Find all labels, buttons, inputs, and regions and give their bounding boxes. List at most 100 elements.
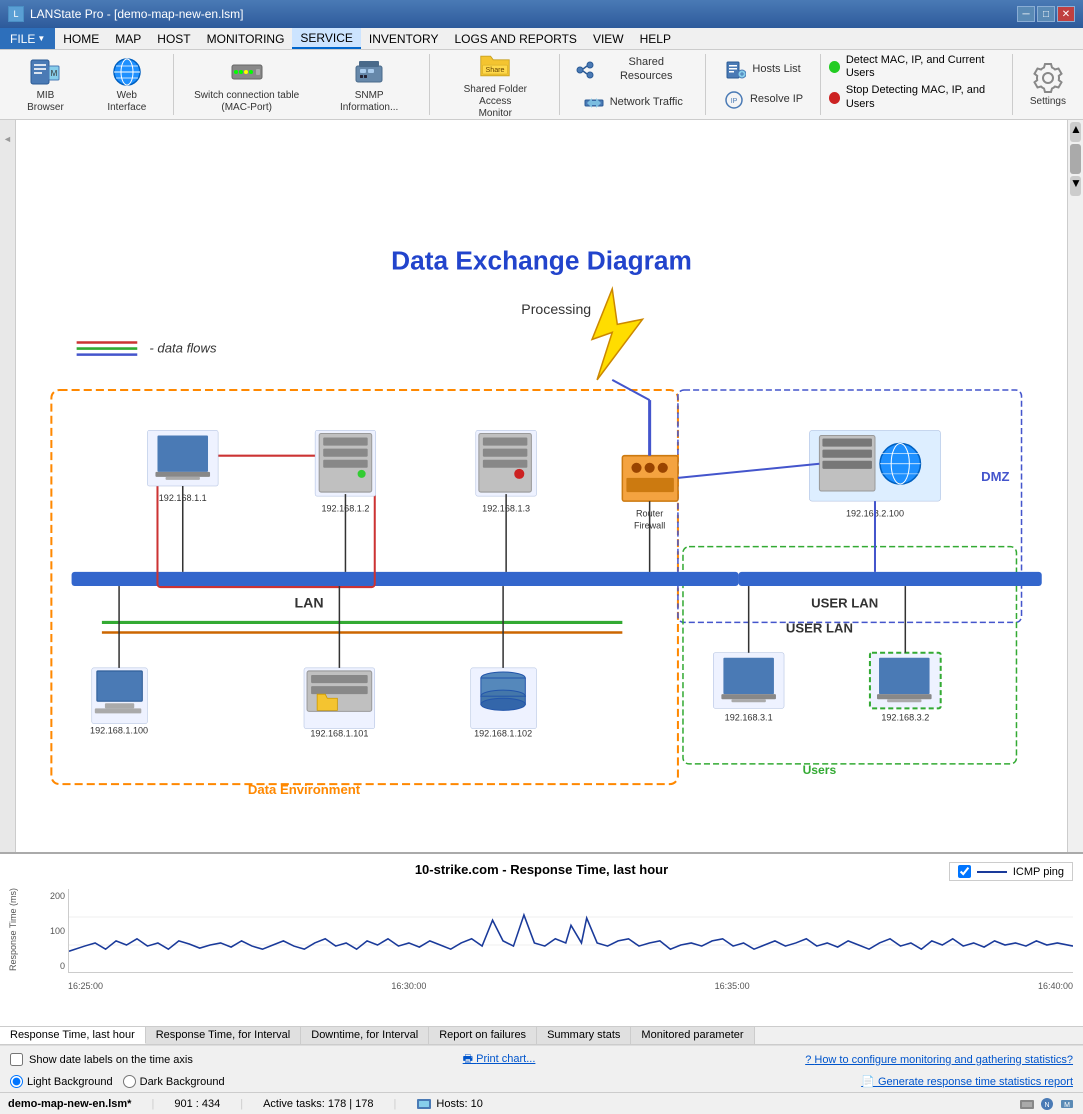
left-indicator: ◄ <box>3 134 13 144</box>
scroll-thumb[interactable] <box>1070 144 1081 174</box>
svg-text:M: M <box>51 69 58 78</box>
svg-text:Data Environment: Data Environment <box>248 782 361 797</box>
tab-bar: Response Time, last hour Response Time, … <box>0 1026 1083 1045</box>
stop-icon <box>829 92 840 104</box>
toolbar-group-5: Hosts List IP Resolve IP <box>708 54 821 115</box>
menu-view[interactable]: VIEW <box>585 28 632 49</box>
settings-btn[interactable]: Settings <box>1021 57 1075 113</box>
svg-text:- data flows: - data flows <box>149 341 217 356</box>
toolbar-group-6: Detect MAC, IP, and Current Users Stop D… <box>823 54 1013 115</box>
tab-summary-stats[interactable]: Summary stats <box>537 1027 631 1044</box>
svg-text:Data Exchange Diagram: Data Exchange Diagram <box>391 246 692 276</box>
snmp-label: SNMP Information... <box>325 90 414 114</box>
chart-plot-area <box>68 889 1073 973</box>
diagram-container[interactable]: Data Exchange Diagram - data flows Proce… <box>16 120 1067 852</box>
dark-bg-radio[interactable] <box>123 1075 136 1088</box>
svg-text:N: N <box>1044 1102 1049 1109</box>
menu-host[interactable]: HOST <box>149 28 198 49</box>
tab-report-failures[interactable]: Report on failures <box>429 1027 537 1044</box>
hosts-list-label: Hosts List <box>752 63 800 76</box>
hosts-list-btn[interactable]: Hosts List <box>714 57 814 83</box>
light-bg-radio[interactable] <box>10 1075 23 1088</box>
mib-icon: M <box>29 56 61 88</box>
chart-title: 10-strike.com - Response Time, last hour <box>411 858 672 881</box>
menu-service[interactable]: SERVICE <box>292 28 360 49</box>
svg-text:LAN: LAN <box>295 594 324 610</box>
app-icon: L <box>8 6 24 22</box>
x-val-2: 16:30:00 <box>391 981 426 991</box>
shared-resources-btn[interactable]: Shared Resources <box>568 53 699 85</box>
tab-monitored-parameter[interactable]: Monitored parameter <box>631 1027 754 1044</box>
light-bg-option[interactable]: Light Background <box>10 1075 113 1088</box>
resolve-ip-label: Resolve IP <box>750 93 803 106</box>
mib-browser-label: MIB Browser <box>17 90 74 114</box>
close-btn[interactable]: ✕ <box>1057 6 1075 22</box>
network-traffic-icon <box>584 93 604 113</box>
legend-line <box>977 871 1007 873</box>
maximize-btn[interactable]: □ <box>1037 6 1055 22</box>
switch-icon <box>231 56 263 88</box>
toolbar-group-7: Settings <box>1015 54 1081 115</box>
bottom-panel: 10-strike.com - Response Time, last hour… <box>0 852 1083 1092</box>
toolbar-group-3: Share Shared Folder AccessMonitor <box>432 54 560 115</box>
stop-detect-btn[interactable]: Stop Detecting MAC, IP, and Users <box>829 84 1006 110</box>
network-traffic-btn[interactable]: Network Traffic <box>568 90 699 116</box>
dark-bg-option[interactable]: Dark Background <box>123 1075 225 1088</box>
x-val-3: 16:35:00 <box>715 981 750 991</box>
menu-help[interactable]: HELP <box>632 28 679 49</box>
tab-response-time-interval[interactable]: Response Time, for Interval <box>146 1027 302 1044</box>
toolbar-group-1: M MIB Browser Web Interface <box>2 54 174 115</box>
settings-label: Settings <box>1030 96 1066 108</box>
toolbar: M MIB Browser Web Interface Switch conne… <box>0 50 1083 120</box>
show-date-labels-checkbox[interactable] <box>10 1053 23 1066</box>
chart-area: 10-strike.com - Response Time, last hour… <box>0 854 1083 1026</box>
mib-browser-btn[interactable]: M MIB Browser <box>8 51 83 119</box>
menu-map[interactable]: MAP <box>107 28 149 49</box>
svg-text:USER LAN: USER LAN <box>811 595 878 610</box>
svg-text:USER LAN: USER LAN <box>786 621 853 636</box>
y-val-200: 200 <box>30 891 65 901</box>
title-bar-text: LANState Pro - [demo-map-new-en.lsm] <box>30 7 243 21</box>
network-traffic-label: Network Traffic <box>610 96 683 109</box>
status-icons: N M <box>1019 1096 1075 1112</box>
web-icon <box>111 56 143 88</box>
switch-table-btn[interactable]: Switch connection table(MAC-Port) <box>182 51 312 119</box>
right-scrollbar[interactable]: ▲ ▼ <box>1067 120 1083 852</box>
coordinates: 901 : 434 <box>174 1098 220 1110</box>
scroll-up[interactable]: ▲ <box>1070 122 1081 142</box>
window-controls[interactable]: ─ □ ✕ <box>1017 6 1075 22</box>
icmp-checkbox[interactable] <box>958 865 971 878</box>
svg-text:M: M <box>1064 1102 1070 1109</box>
help-link[interactable]: ? How to configure monitoring and gather… <box>805 1054 1073 1066</box>
web-interface-btn[interactable]: Web Interface <box>87 51 167 119</box>
status-icon-3: M <box>1059 1096 1075 1112</box>
resolve-ip-btn[interactable]: IP Resolve IP <box>714 87 814 113</box>
svg-text:Share: Share <box>486 66 505 74</box>
svg-text:192.168.1.102: 192.168.1.102 <box>474 729 532 739</box>
toolbar-group-4: Shared Resources Network Traffic <box>562 54 706 115</box>
web-interface-label: Web Interface <box>96 90 158 114</box>
resolve-ip-icon: IP <box>724 90 744 110</box>
menu-home[interactable]: HOME <box>55 28 107 49</box>
generate-report-link[interactable]: 📄 Generate response time statistics repo… <box>861 1075 1073 1088</box>
shared-folder-btn[interactable]: Share Shared Folder AccessMonitor <box>438 45 553 125</box>
svg-text:Users: Users <box>803 763 837 777</box>
x-axis-labels: 16:25:00 16:30:00 16:35:00 16:40:00 <box>68 981 1073 991</box>
tab-response-time-last-hour[interactable]: Response Time, last hour <box>0 1027 146 1044</box>
chart-wrapper: Response Time (ms) 200 100 0 1 <box>30 881 1083 991</box>
snmp-btn[interactable]: SNMP Information... <box>316 51 423 119</box>
tab-downtime-interval[interactable]: Downtime, for Interval <box>301 1027 429 1044</box>
main-area: ◄ Data Exchange Diagram - data flows Pro… <box>0 120 1083 852</box>
minimize-btn[interactable]: ─ <box>1017 6 1035 22</box>
menu-file[interactable]: FILE ▼ <box>0 28 55 49</box>
svg-text:192.168.1.101: 192.168.1.101 <box>310 729 368 739</box>
y-axis-values: 200 100 0 <box>30 891 65 971</box>
toolbar-group-2: Switch connection table(MAC-Port) SNMP I… <box>176 54 430 115</box>
print-chart-link[interactable]: 🖶 Print chart... <box>463 1050 536 1069</box>
menu-inventory[interactable]: INVENTORY <box>361 28 447 49</box>
bottom-controls-row1: Show date labels on the time axis 🖶 Prin… <box>0 1045 1083 1073</box>
detect-mac-btn[interactable]: Detect MAC, IP, and Current Users <box>829 54 1006 80</box>
scroll-down[interactable]: ▼ <box>1070 176 1081 196</box>
x-val-1: 16:25:00 <box>68 981 103 991</box>
menu-monitoring[interactable]: MONITORING <box>199 28 293 49</box>
